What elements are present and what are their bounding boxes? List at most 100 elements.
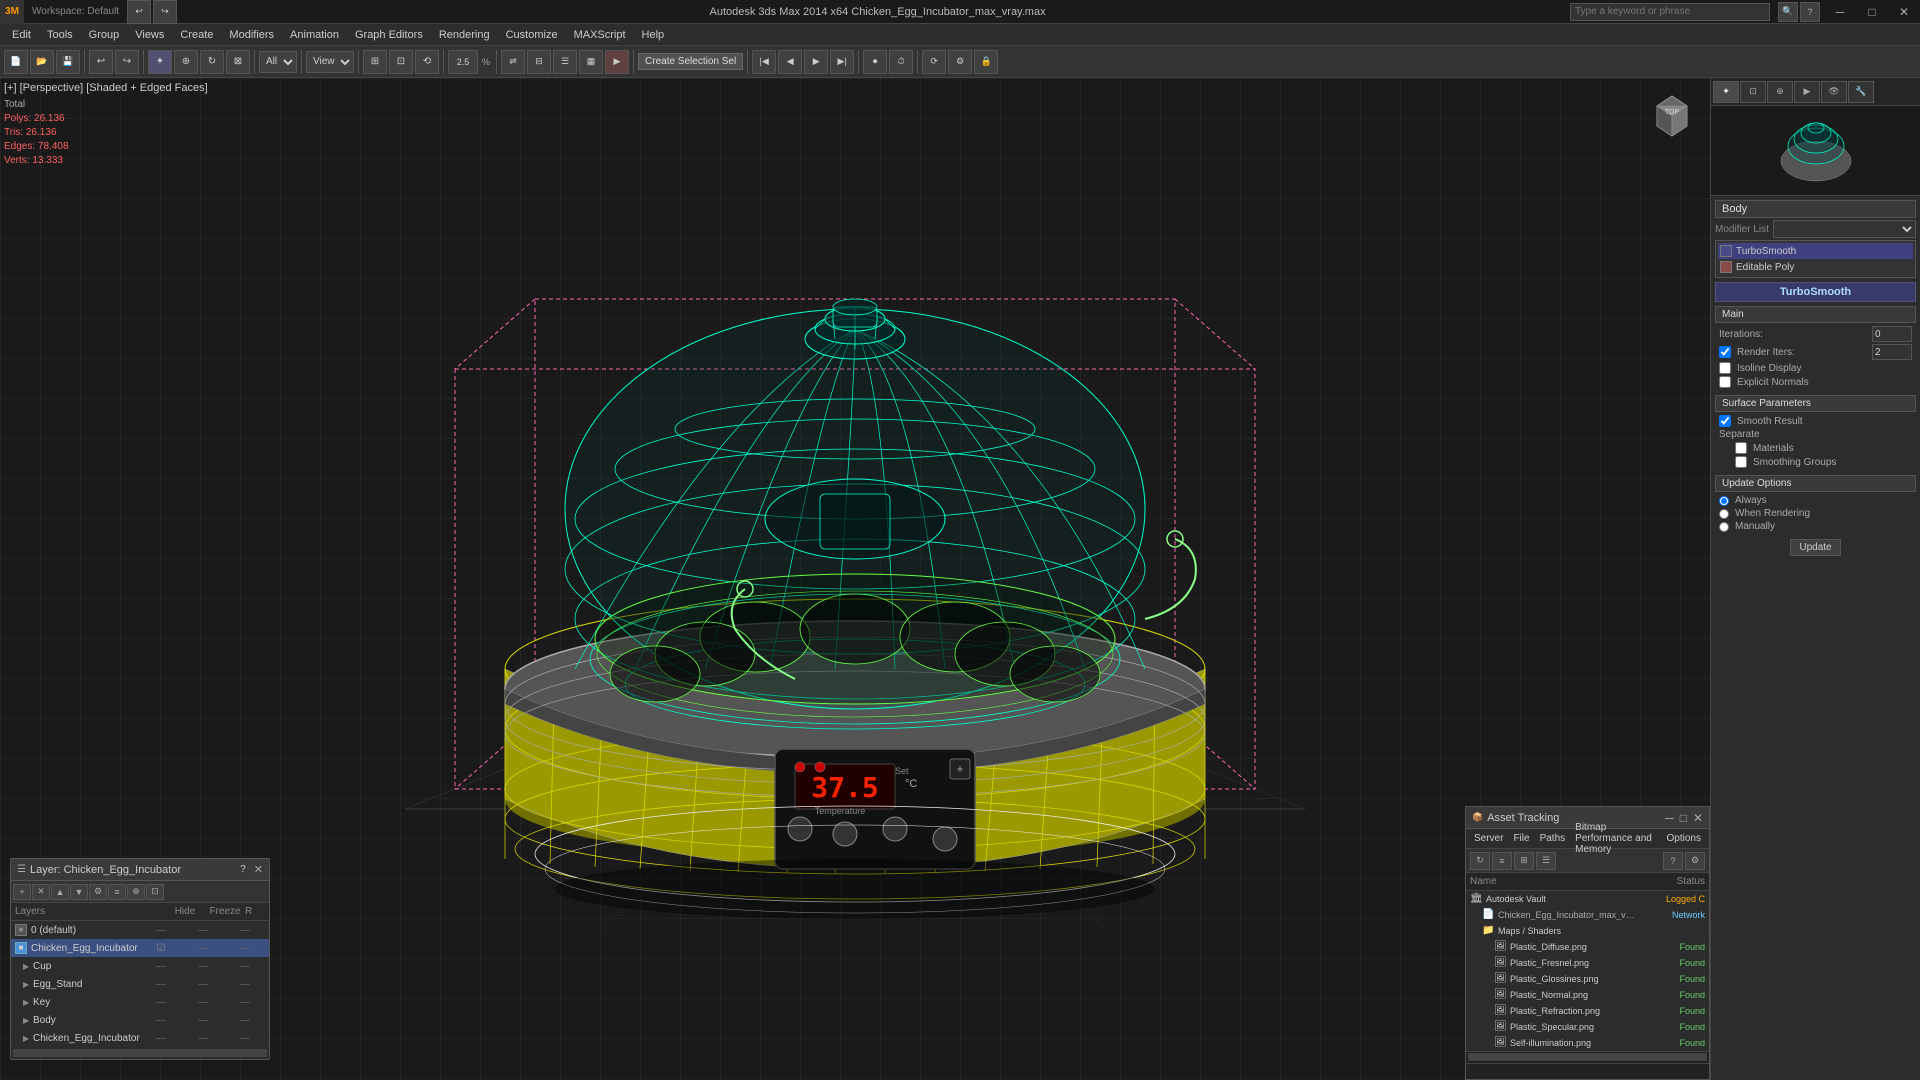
ts-materials-check[interactable]: [1735, 442, 1747, 454]
ts-render-iters-input[interactable]: [1872, 344, 1912, 360]
rotate-btn[interactable]: ↻: [200, 50, 224, 74]
layer-move-up-btn[interactable]: ▲: [51, 884, 69, 900]
help-icon[interactable]: ?: [1800, 2, 1820, 22]
ts-manually-radio[interactable]: [1719, 522, 1729, 532]
asset-row-fresnel[interactable]: 🖼 Plastic_Fresnel.png Found: [1466, 955, 1709, 971]
extra-btn3[interactable]: 🔒: [974, 50, 998, 74]
save-btn[interactable]: 💾: [56, 50, 80, 74]
layers-title-bar[interactable]: ☰ Layer: Chicken_Egg_Incubator ? ✕: [11, 859, 269, 881]
layer-item-default[interactable]: ■ 0 (default) — — —: [11, 921, 269, 939]
layer-item-key[interactable]: ▶ Key — — —: [11, 993, 269, 1011]
asset-row-glossines[interactable]: 🖼 Plastic_Glossines.png Found: [1466, 971, 1709, 987]
minimize-btn[interactable]: ─: [1824, 0, 1856, 24]
layer-settings-btn[interactable]: ⚙: [89, 884, 107, 900]
asset-path-input[interactable]: [1466, 1063, 1709, 1079]
scale-btn[interactable]: ⊠: [226, 50, 250, 74]
layer-item-incubator[interactable]: ■ Chicken_Egg_Incubator ☑ — —: [11, 939, 269, 957]
layer-extra2-btn[interactable]: ⊡: [146, 884, 164, 900]
asset-menu-bitmap[interactable]: Bitmap Performance and Memory: [1571, 821, 1660, 856]
cube-navigation[interactable]: TOP: [1642, 86, 1702, 146]
maximize-btn[interactable]: □: [1856, 0, 1888, 24]
asset-scrollbar[interactable]: [1466, 1051, 1709, 1063]
extra-btn1[interactable]: ⟳: [922, 50, 946, 74]
menu-modifiers[interactable]: Modifiers: [221, 27, 282, 43]
layer-item-cup[interactable]: ▶ Cup — — —: [11, 957, 269, 975]
asset-minimize-btn[interactable]: ─: [1665, 811, 1674, 825]
rp-tab-motion[interactable]: ▶: [1794, 81, 1820, 103]
view-select[interactable]: View: [306, 51, 354, 73]
mirror-btn[interactable]: ⇌: [501, 50, 525, 74]
asset-list-btn[interactable]: ≡: [1492, 852, 1512, 870]
layer-btn[interactable]: ☰: [553, 50, 577, 74]
ts-smooth-result-check[interactable]: [1719, 415, 1731, 427]
menu-animation[interactable]: Animation: [282, 27, 347, 43]
layers-help-btn[interactable]: ?: [240, 864, 246, 875]
undo-btn[interactable]: ↩: [127, 0, 151, 24]
rp-tab-hierarchy[interactable]: ⊕: [1767, 81, 1793, 103]
menu-views[interactable]: Views: [127, 27, 172, 43]
viewport[interactable]: [+] [Perspective] [Shaded + Edged Faces]…: [0, 78, 1710, 1080]
snap2d-btn[interactable]: ⊡: [389, 50, 413, 74]
new-btn[interactable]: 📄: [4, 50, 28, 74]
asset-close-btn[interactable]: ✕: [1693, 811, 1703, 825]
modifier-dropdown[interactable]: [1773, 220, 1916, 238]
angle-snap-btn[interactable]: ⟲: [415, 50, 439, 74]
ts-iterations-input[interactable]: [1872, 326, 1912, 342]
menu-graph-editors[interactable]: Graph Editors: [347, 27, 431, 43]
layers-close-btn[interactable]: ✕: [254, 863, 263, 876]
menu-tools[interactable]: Tools: [39, 27, 81, 43]
filter-select[interactable]: All: [259, 51, 297, 73]
menu-edit[interactable]: Edit: [4, 27, 39, 43]
search-icon[interactable]: 🔍: [1778, 2, 1798, 22]
percent-input[interactable]: 2.5: [448, 50, 478, 74]
close-btn[interactable]: ✕: [1888, 0, 1920, 24]
redo-toolbar-btn[interactable]: ↪: [115, 50, 139, 74]
layer-move-down-btn[interactable]: ▼: [70, 884, 88, 900]
search-input[interactable]: [1570, 3, 1770, 21]
ts-when-rendering-radio[interactable]: [1719, 509, 1729, 519]
asset-details-btn[interactable]: ☰: [1536, 852, 1556, 870]
prev-frame-btn[interactable]: ◀: [778, 50, 802, 74]
anim-mode-btn[interactable]: ⏺: [863, 50, 887, 74]
menu-group[interactable]: Group: [81, 27, 128, 43]
layer-new-btn[interactable]: +: [13, 884, 31, 900]
menu-help[interactable]: Help: [634, 27, 673, 43]
asset-menu-paths[interactable]: Paths: [1536, 832, 1570, 845]
rp-tab-utilities[interactable]: 🔧: [1848, 81, 1874, 103]
ts-always-radio[interactable]: [1719, 496, 1729, 506]
track-btn[interactable]: |◀: [752, 50, 776, 74]
menu-rendering[interactable]: Rendering: [431, 27, 498, 43]
asset-help-btn[interactable]: ?: [1663, 852, 1683, 870]
asset-refresh-btn[interactable]: ↻: [1470, 852, 1490, 870]
rp-tab-create[interactable]: ✦: [1713, 81, 1739, 103]
asset-row-maxfile[interactable]: 📄 Chicken_Egg_Incubator_max_vray.max Net…: [1466, 907, 1709, 923]
asset-settings-btn[interactable]: ⚙: [1685, 852, 1705, 870]
create-selection-btn[interactable]: Create Selection Sel: [638, 53, 743, 70]
layers-scrollbar[interactable]: [11, 1047, 269, 1059]
rp-tab-modify[interactable]: ⊡: [1740, 81, 1766, 103]
redo-btn[interactable]: ↪: [153, 0, 177, 24]
asset-row-maps[interactable]: 📁 Maps / Shaders: [1466, 923, 1709, 939]
play-btn[interactable]: ▶: [804, 50, 828, 74]
ts-isoline-check[interactable]: [1719, 362, 1731, 374]
asset-menu-file[interactable]: File: [1509, 832, 1533, 845]
next-frame-btn[interactable]: ▶|: [830, 50, 854, 74]
open-btn[interactable]: 📂: [30, 50, 54, 74]
asset-row-vault[interactable]: 🏛 Autodesk Vault Logged C: [1466, 891, 1709, 907]
layer-delete-btn[interactable]: ✕: [32, 884, 50, 900]
render-btn[interactable]: ▶: [605, 50, 629, 74]
asset-row-normal[interactable]: 🖼 Plastic_Normal.png Found: [1466, 987, 1709, 1003]
layer-item-eggstand[interactable]: ▶ Egg_Stand — — —: [11, 975, 269, 993]
ts-explicit-check[interactable]: [1719, 376, 1731, 388]
move-btn[interactable]: ⊕: [174, 50, 198, 74]
asset-grid-btn[interactable]: ⊞: [1514, 852, 1534, 870]
ts-smoothing-check[interactable]: [1735, 456, 1747, 468]
time-config-btn[interactable]: ⏱: [889, 50, 913, 74]
layer-item-body[interactable]: ▶ Body — — —: [11, 1011, 269, 1029]
rp-tab-display[interactable]: 👁: [1821, 81, 1847, 103]
menu-maxscript[interactable]: MAXScript: [566, 27, 634, 43]
ts-update-btn[interactable]: Update: [1790, 539, 1840, 556]
asset-row-refraction[interactable]: 🖼 Plastic_Refraction.png Found: [1466, 1003, 1709, 1019]
undo-toolbar-btn[interactable]: ↩: [89, 50, 113, 74]
select-btn[interactable]: ✦: [148, 50, 172, 74]
